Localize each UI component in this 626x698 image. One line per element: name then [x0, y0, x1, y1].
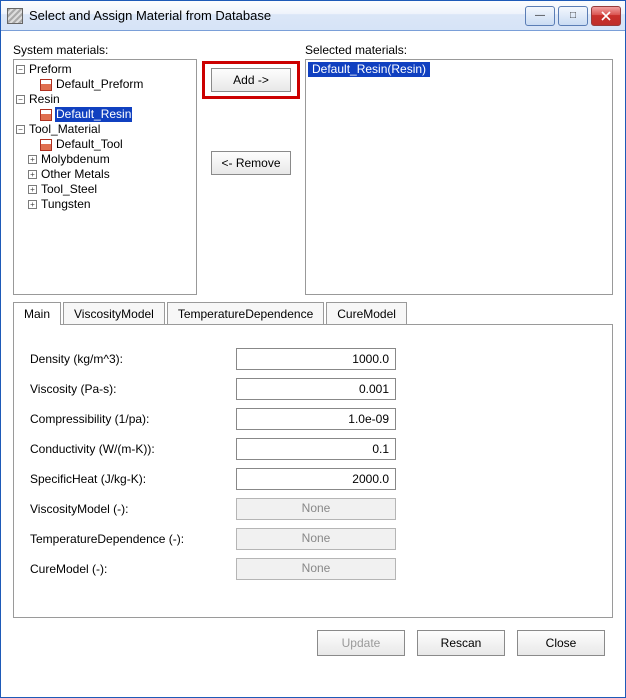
tree-node-tungsten[interactable]: + Tungsten: [16, 197, 194, 212]
maximize-icon: □: [570, 10, 576, 21]
cure-model-field: None: [236, 558, 396, 580]
close-button[interactable]: Close: [517, 630, 605, 656]
tab-main[interactable]: Main: [13, 302, 61, 325]
collapse-icon[interactable]: −: [16, 125, 25, 134]
property-row-conductivity: Conductivity (W/(m-K)):: [30, 435, 596, 463]
tree-node-preform[interactable]: − Preform: [16, 62, 194, 77]
maximize-button[interactable]: □: [558, 6, 588, 26]
highlight-annotation: Add ->: [202, 61, 300, 99]
tab-panel-main: Density (kg/m^3): Viscosity (Pa-s): Comp…: [13, 324, 613, 618]
titlebar: Select and Assign Material from Database…: [1, 1, 625, 31]
viscosity-model-field: None: [236, 498, 396, 520]
tree-label: Resin: [28, 92, 61, 107]
material-icon: [40, 109, 52, 121]
property-label: Density (kg/m^3):: [30, 352, 236, 366]
dialog-action-buttons: Update Rescan Close: [13, 618, 613, 656]
minimize-icon: —: [535, 10, 545, 21]
rescan-button[interactable]: Rescan: [417, 630, 505, 656]
tab-strip: Main ViscosityModel TemperatureDependenc…: [13, 301, 613, 324]
tree-label: Default_Tool: [55, 137, 124, 152]
property-label: TemperatureDependence (-):: [30, 532, 236, 546]
expand-icon[interactable]: +: [28, 200, 37, 209]
close-window-button[interactable]: [591, 6, 621, 26]
tab-cure-model[interactable]: CureModel: [326, 302, 407, 324]
property-row-viscosity-model: ViscosityModel (-): None: [30, 495, 596, 523]
collapse-icon[interactable]: −: [16, 95, 25, 104]
property-label: SpecificHeat (J/kg-K):: [30, 472, 236, 486]
tree-node-tool-material[interactable]: − Tool_Material: [16, 122, 194, 137]
selected-materials-label: Selected materials:: [305, 43, 613, 57]
compressibility-field[interactable]: [236, 408, 396, 430]
materials-area: System materials: − Preform Default_Pref…: [13, 43, 613, 295]
transfer-buttons-column: Add -> <- Remove: [205, 43, 297, 295]
property-row-density: Density (kg/m^3):: [30, 345, 596, 373]
temperature-dependence-field: None: [236, 528, 396, 550]
tree-node-other-metals[interactable]: + Other Metals: [16, 167, 194, 182]
minimize-button[interactable]: —: [525, 6, 555, 26]
tab-viscosity-model[interactable]: ViscosityModel: [63, 302, 165, 324]
system-materials-column: System materials: − Preform Default_Pref…: [13, 43, 197, 295]
remove-button[interactable]: <- Remove: [211, 151, 291, 175]
add-button[interactable]: Add ->: [211, 68, 291, 92]
dialog-content: System materials: − Preform Default_Pref…: [1, 31, 625, 664]
tree-label: Default_Resin: [55, 107, 132, 122]
conductivity-field[interactable]: [236, 438, 396, 460]
property-row-temperature-dependence: TemperatureDependence (-): None: [30, 525, 596, 553]
tree-node-molybdenum[interactable]: + Molybdenum: [16, 152, 194, 167]
tab-temperature-dependence[interactable]: TemperatureDependence: [167, 302, 324, 324]
property-row-specific-heat: SpecificHeat (J/kg-K):: [30, 465, 596, 493]
system-materials-tree[interactable]: − Preform Default_Preform − Resin Defaul…: [13, 59, 197, 295]
tree-node-default-preform[interactable]: Default_Preform: [16, 77, 194, 92]
material-icon: [40, 139, 52, 151]
property-row-viscosity: Viscosity (Pa-s):: [30, 375, 596, 403]
property-label: Conductivity (W/(m-K)):: [30, 442, 236, 456]
tree-node-resin[interactable]: − Resin: [16, 92, 194, 107]
property-label: Viscosity (Pa-s):: [30, 382, 236, 396]
specific-heat-field[interactable]: [236, 468, 396, 490]
property-row-compressibility: Compressibility (1/pa):: [30, 405, 596, 433]
expand-icon[interactable]: +: [28, 185, 37, 194]
property-row-cure-model: CureModel (-): None: [30, 555, 596, 583]
system-materials-label: System materials:: [13, 43, 197, 57]
property-label: Compressibility (1/pa):: [30, 412, 236, 426]
tree-node-default-tool[interactable]: Default_Tool: [16, 137, 194, 152]
window-title: Select and Assign Material from Database: [29, 8, 525, 23]
update-button[interactable]: Update: [317, 630, 405, 656]
tree-label: Other Metals: [40, 167, 111, 182]
expand-icon[interactable]: +: [28, 155, 37, 164]
selected-item-label: Default_Resin(Resin): [308, 62, 430, 77]
properties-tabs: Main ViscosityModel TemperatureDependenc…: [13, 301, 613, 618]
material-icon: [40, 79, 52, 91]
property-label: CureModel (-):: [30, 562, 236, 576]
selected-materials-list[interactable]: Default_Resin(Resin): [305, 59, 613, 295]
viscosity-field[interactable]: [236, 378, 396, 400]
tree-node-tool-steel[interactable]: + Tool_Steel: [16, 182, 194, 197]
tree-label: Preform: [28, 62, 73, 77]
tree-node-default-resin[interactable]: Default_Resin: [16, 107, 194, 122]
tree-label: Tool_Steel: [40, 182, 98, 197]
window-buttons: — □: [525, 6, 621, 26]
selected-materials-column: Selected materials: Default_Resin(Resin): [305, 43, 613, 295]
property-label: ViscosityModel (-):: [30, 502, 236, 516]
app-icon: [7, 8, 23, 24]
list-item[interactable]: Default_Resin(Resin): [308, 62, 610, 77]
expand-icon[interactable]: +: [28, 170, 37, 179]
tree-label: Tool_Material: [28, 122, 101, 137]
density-field[interactable]: [236, 348, 396, 370]
tree-label: Tungsten: [40, 197, 92, 212]
close-icon: [601, 11, 611, 21]
tree-label: Molybdenum: [40, 152, 111, 167]
tree-label: Default_Preform: [55, 77, 144, 92]
collapse-icon[interactable]: −: [16, 65, 25, 74]
